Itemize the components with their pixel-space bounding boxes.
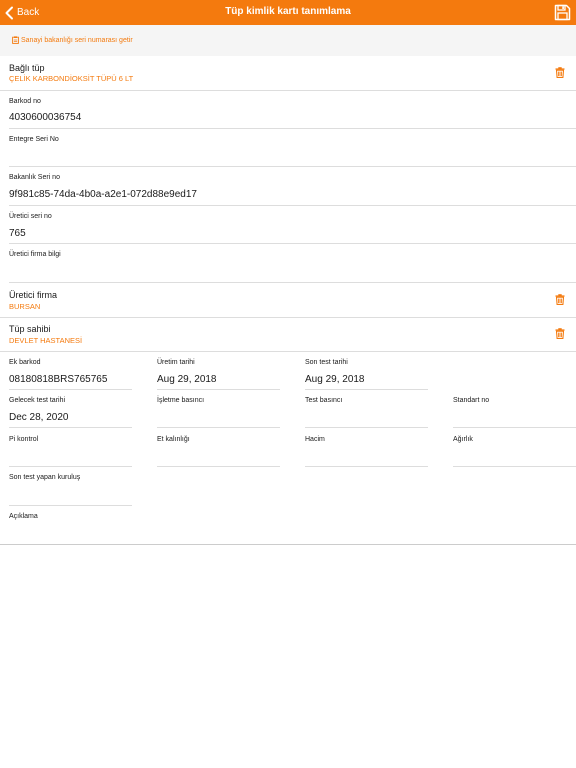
connected-tube-label: Bağlı tüp: [9, 63, 45, 73]
trash-icon[interactable]: [555, 67, 565, 78]
manufacturer-serial-field[interactable]: Üretici seri no 765: [9, 206, 576, 244]
last-test-date-field[interactable]: Son test tarihi Aug 29, 2018: [305, 352, 428, 390]
description-field[interactable]: Açıklama: [9, 506, 576, 544]
page-title: Tüp kimlik kartı tanımlama: [225, 6, 351, 17]
next-test-date-field[interactable]: Gelecek test tarihi Dec 28, 2020: [9, 390, 132, 428]
manufacturer-picker[interactable]: Üretici firma BURSAN: [0, 283, 576, 318]
wall-thickness-label: Et kalınlığı: [157, 436, 190, 443]
clipboard-icon: [12, 36, 19, 44]
barcode-label: Barkod no: [9, 98, 41, 105]
last-test-org-label: Son test yapan kuruluş: [9, 474, 81, 481]
working-pressure-label: İşletme basıncı: [157, 397, 205, 404]
fetch-ministry-serial-button[interactable]: Sanayi bakanlığı seri numarası getir: [12, 36, 133, 44]
production-date-input[interactable]: Aug 29, 2018: [157, 374, 217, 385]
save-icon[interactable]: [554, 4, 571, 21]
owner-label: Tüp sahibi: [9, 324, 51, 334]
manufacturer-serial-label: Üretici seri no: [9, 213, 52, 220]
form-bottom-divider: [0, 544, 576, 545]
trash-icon[interactable]: [555, 328, 565, 339]
weight-label: Ağırlık: [453, 436, 473, 443]
test-pressure-field[interactable]: Test basıncı: [305, 390, 428, 428]
integrated-serial-label: Entegre Seri No: [9, 136, 59, 143]
connected-tube-picker[interactable]: Bağlı tüp ÇELİK KARBONDİOKSİT TÜPÜ 6 LT: [0, 56, 576, 91]
fetch-label: Sanayi bakanlığı seri numarası getir: [21, 36, 133, 44]
production-date-field[interactable]: Üretim tarihi Aug 29, 2018: [157, 352, 280, 390]
wall-thickness-field[interactable]: Et kalınlığı: [157, 428, 280, 467]
test-pressure-label: Test basıncı: [305, 397, 343, 404]
standard-no-field[interactable]: Standart no: [453, 390, 576, 428]
manufacturer-value: BURSAN: [9, 302, 41, 311]
volume-label: Hacim: [305, 436, 325, 443]
ext-barcode-field[interactable]: Ek barkod 08180818BRS765765: [9, 352, 132, 390]
fetch-serial-bar: Sanayi bakanlığı seri numarası getir: [0, 25, 576, 56]
manufacturer-info-field[interactable]: Üretici firma bilgi: [9, 244, 576, 283]
working-pressure-field[interactable]: İşletme basıncı: [157, 390, 280, 428]
ministry-serial-field[interactable]: Bakanlık Seri no 9f981c85-74da-4b0a-a2e1…: [9, 167, 576, 206]
next-test-date-input[interactable]: Dec 28, 2020: [9, 412, 69, 423]
next-test-date-label: Gelecek test tarihi: [9, 397, 66, 404]
volume-field[interactable]: Hacim: [305, 428, 428, 467]
trash-icon[interactable]: [555, 294, 565, 305]
ministry-serial-label: Bakanlık Seri no: [9, 174, 60, 181]
description-label: Açıklama: [9, 513, 38, 520]
last-test-date-label: Son test tarihi: [305, 359, 348, 366]
last-test-org-field[interactable]: Son test yapan kuruluş: [9, 467, 132, 506]
ministry-serial-input[interactable]: 9f981c85-74da-4b0a-a2e1-072d88e9ed17: [9, 189, 197, 200]
pi-control-field[interactable]: Pi kontrol: [9, 428, 132, 467]
divider: [305, 466, 428, 467]
barcode-field[interactable]: Barkod no 4030600036754: [9, 91, 576, 129]
last-test-date-input[interactable]: Aug 29, 2018: [305, 374, 365, 385]
divider: [157, 466, 280, 467]
weight-field[interactable]: Ağırlık: [453, 428, 576, 467]
connected-tube-value: ÇELİK KARBONDİOKSİT TÜPÜ 6 LT: [9, 74, 134, 83]
owner-value: DEVLET HASTANESİ: [9, 336, 83, 345]
integrated-serial-field[interactable]: Entegre Seri No: [9, 129, 576, 167]
navigation-bar: Back Tüp kimlik kartı tanımlama: [0, 0, 576, 25]
divider: [453, 466, 576, 467]
manufacturer-serial-input[interactable]: 765: [9, 228, 26, 239]
manufacturer-info-label: Üretici firma bilgi: [9, 251, 61, 258]
owner-picker[interactable]: Tüp sahibi DEVLET HASTANESİ: [0, 318, 576, 352]
manufacturer-label: Üretici firma: [9, 290, 58, 300]
production-date-label: Üretim tarihi: [157, 359, 195, 366]
ext-barcode-input[interactable]: 08180818BRS765765: [9, 374, 107, 385]
barcode-input[interactable]: 4030600036754: [9, 112, 81, 123]
standard-no-label: Standart no: [453, 397, 490, 404]
ext-barcode-label: Ek barkod: [9, 359, 41, 366]
pi-control-label: Pi kontrol: [9, 436, 39, 443]
